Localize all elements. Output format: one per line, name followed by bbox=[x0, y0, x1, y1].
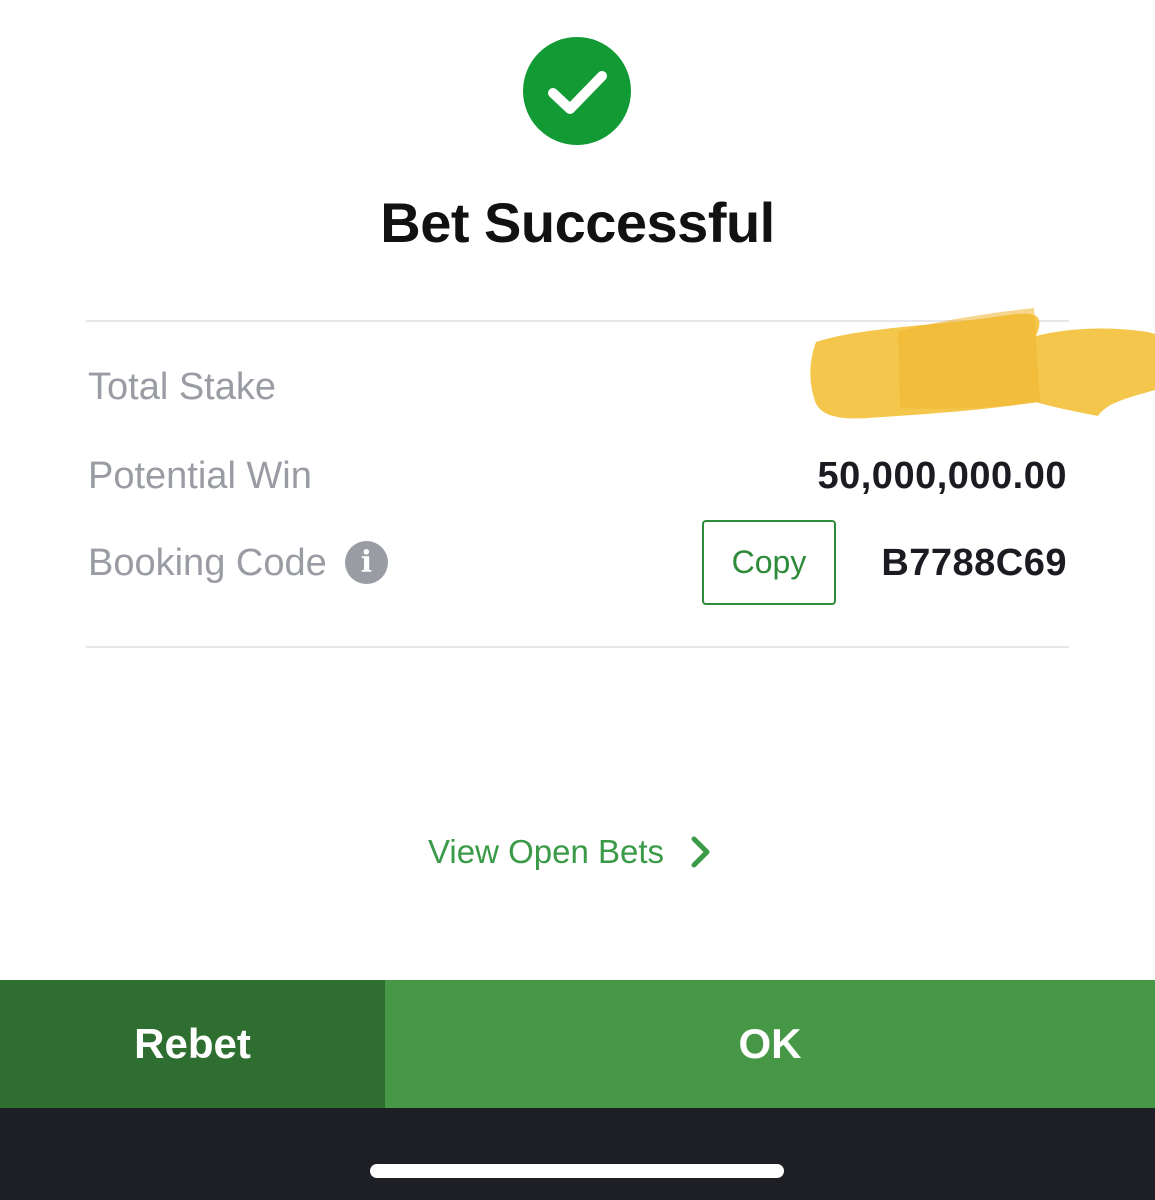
dialog-title: Bet Successful bbox=[380, 191, 775, 254]
home-indicator[interactable] bbox=[370, 1164, 784, 1178]
info-icon[interactable]: i bbox=[345, 541, 388, 584]
potential-win-value: 50,000,000.00 bbox=[817, 455, 1067, 497]
view-open-bets-link[interactable]: View Open Bets bbox=[428, 830, 714, 874]
bet-confirmation-screen: Bet Successful Total Stake Potential Win… bbox=[0, 0, 1155, 1200]
ok-button[interactable]: OK bbox=[385, 980, 1155, 1108]
action-bar: Rebet OK bbox=[0, 980, 1155, 1108]
potential-win-label: Potential Win bbox=[88, 455, 312, 497]
total-stake-label: Total Stake bbox=[88, 366, 276, 408]
chevron-right-icon bbox=[691, 836, 710, 868]
rebet-button[interactable]: Rebet bbox=[0, 980, 385, 1108]
check-circle-icon bbox=[523, 37, 631, 145]
booking-code-value: B7788C69 bbox=[881, 542, 1067, 584]
divider-bottom bbox=[86, 646, 1069, 648]
view-open-bets-label: View Open Bets bbox=[428, 833, 665, 870]
booking-code-label: Booking Code bbox=[88, 542, 327, 584]
home-indicator-area bbox=[0, 1108, 1155, 1200]
copy-button[interactable]: Copy bbox=[702, 520, 836, 605]
redaction-scribble bbox=[810, 308, 1155, 419]
